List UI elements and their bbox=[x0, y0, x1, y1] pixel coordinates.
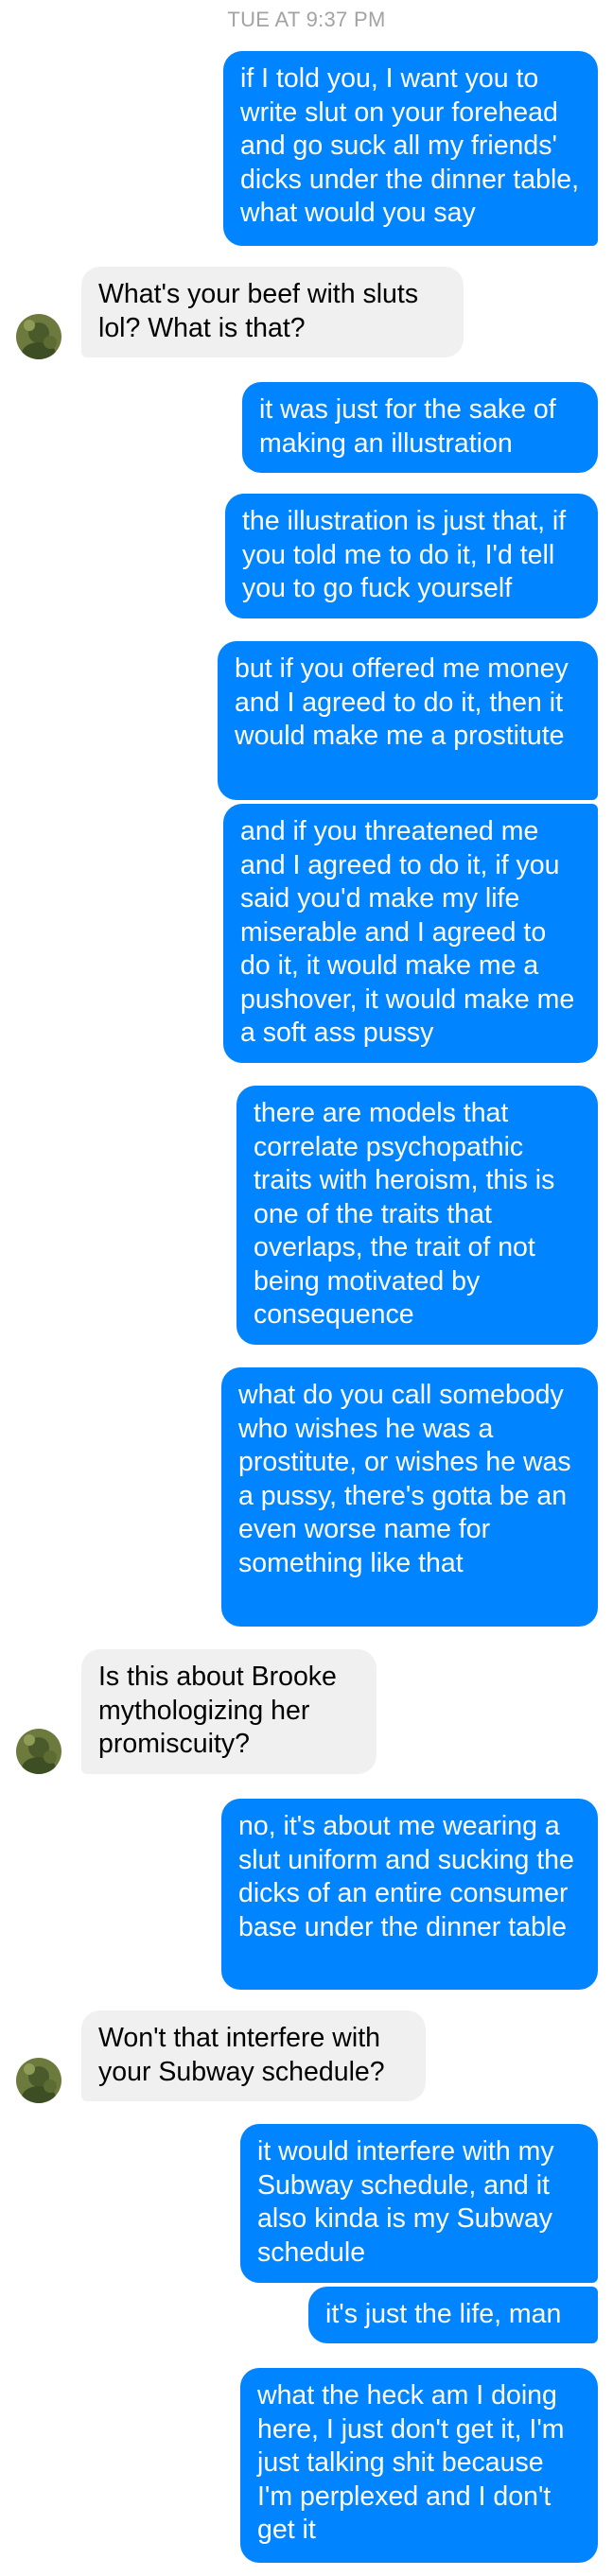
message-bubble-sent[interactable]: and if you threatened me and I agreed to… bbox=[223, 804, 598, 1063]
message-bubble-sent[interactable]: it's just the life, man bbox=[308, 2287, 598, 2343]
contact-avatar[interactable] bbox=[16, 1729, 61, 1774]
message-bubble-sent[interactable]: what do you call somebody who wishes he … bbox=[221, 1367, 598, 1627]
message-bubble-sent[interactable]: it was just for the sake of making an il… bbox=[242, 382, 598, 473]
message-bubble-sent[interactable]: there are models that correlate psychopa… bbox=[236, 1086, 598, 1345]
contact-avatar[interactable] bbox=[16, 314, 61, 359]
message-bubble-sent[interactable]: it would interfere with my Subway schedu… bbox=[240, 2124, 598, 2283]
message-bubble-sent[interactable]: what the heck am I doing here, I just do… bbox=[240, 2368, 598, 2563]
timestamp: TUE AT 9:37 PM bbox=[227, 8, 386, 31]
message-bubble-sent[interactable]: no, it's about me wearing a slut uniform… bbox=[221, 1799, 598, 1990]
message-bubble-received[interactable]: Is this about Brooke mythologizing her p… bbox=[81, 1649, 377, 1774]
message-bubble-received[interactable]: Won't that interfere with your Subway sc… bbox=[81, 2010, 426, 2101]
avatar-photo-icon bbox=[16, 314, 61, 359]
avatar-photo-icon bbox=[16, 1729, 61, 1774]
message-bubble-sent[interactable]: but if you offered me money and I agreed… bbox=[218, 641, 598, 800]
contact-avatar[interactable] bbox=[16, 2058, 61, 2103]
avatar-photo-icon bbox=[16, 2058, 61, 2103]
message-bubble-received[interactable]: What's your beef with sluts lol? What is… bbox=[81, 267, 464, 357]
message-bubble-sent[interactable]: the illustration is just that, if you to… bbox=[225, 494, 598, 618]
message-bubble-sent[interactable]: if I told you, I want you to write slut … bbox=[223, 51, 598, 246]
